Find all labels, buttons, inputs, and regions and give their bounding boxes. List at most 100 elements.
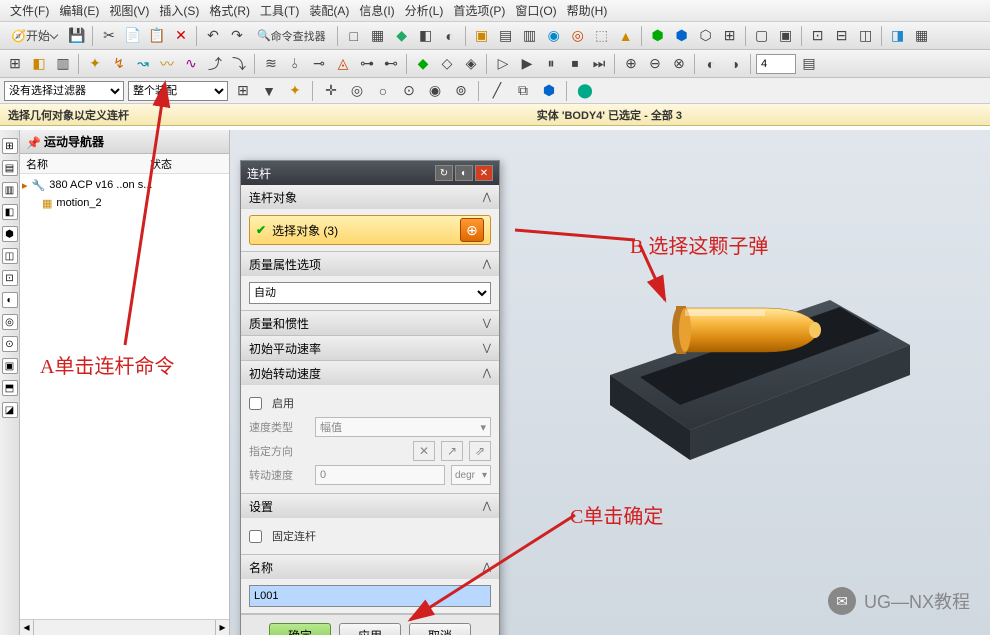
side-icon[interactable]: ⊙ <box>2 336 18 352</box>
side-icon[interactable]: ⬢ <box>2 226 18 242</box>
tb-icon[interactable]: ⊖ <box>644 53 666 75</box>
section-header-mass[interactable]: 质量属性选项⋀ <box>241 252 499 276</box>
tb-icon[interactable]: ↝ <box>132 53 154 75</box>
tb-icon[interactable]: ▣ <box>471 25 493 47</box>
tb-icon[interactable]: ⊞ <box>4 53 26 75</box>
tb-icon[interactable]: ⏭ <box>588 53 610 75</box>
tb-icon[interactable]: ◐ <box>439 25 461 47</box>
tb-icon[interactable]: ▢ <box>751 25 773 47</box>
tb-icon[interactable]: ⬢ <box>671 25 693 47</box>
tb-icon[interactable]: ⊸ <box>308 53 330 75</box>
tb-icon[interactable]: ◐ <box>700 53 722 75</box>
tree-row[interactable]: ▦ motion_2 <box>22 194 227 212</box>
delete-icon[interactable]: ✕ <box>170 25 192 47</box>
tb-icon[interactable]: ◈ <box>460 53 482 75</box>
tb-icon[interactable]: ⬢ <box>647 25 669 47</box>
menu-view[interactable]: 视图(V) <box>109 2 149 19</box>
nav-col-state[interactable]: 状态 <box>150 156 229 172</box>
tb-icon[interactable]: ⊶ <box>356 53 378 75</box>
tb-icon[interactable]: ⊚ <box>450 80 472 102</box>
menu-window[interactable]: 窗口(O) <box>515 2 556 19</box>
menu-pref[interactable]: 首选项(P) <box>453 2 505 19</box>
tb-icon[interactable]: ✛ <box>320 80 342 102</box>
side-icon[interactable]: ◫ <box>2 248 18 264</box>
menu-file[interactable]: 文件(F) <box>10 2 49 19</box>
side-icon[interactable]: ▤ <box>2 160 18 176</box>
section-header-inertia[interactable]: 质量和惯性⋁ <box>241 311 499 335</box>
tb-icon[interactable]: ▦ <box>911 25 933 47</box>
help-icon[interactable]: ◐ <box>455 165 473 181</box>
tb-icon[interactable]: ▤ <box>798 53 820 75</box>
enable-checkbox[interactable] <box>249 397 262 410</box>
tb-icon[interactable]: ⊡ <box>807 25 829 47</box>
fixed-link-checkbox-row[interactable]: 固定连杆 <box>249 524 491 548</box>
fixed-link-checkbox[interactable] <box>249 530 262 543</box>
cut-icon[interactable]: ✂ <box>98 25 120 47</box>
reset-icon[interactable]: ↻ <box>435 165 453 181</box>
tb-icon[interactable]: ∿ <box>180 53 202 75</box>
tree-row[interactable]: ▸ 🔧 380 ACP v16 ..on s... <box>22 176 227 194</box>
menu-insert[interactable]: 插入(S) <box>159 2 199 19</box>
tb-icon[interactable]: ◉ <box>543 25 565 47</box>
tb-icon[interactable]: ▦ <box>367 25 389 47</box>
tb-icon[interactable]: ◎ <box>567 25 589 47</box>
tb-icon[interactable]: ≋ <box>260 53 282 75</box>
tb-icon[interactable]: ╱ <box>486 80 508 102</box>
tb-icon[interactable]: ⊷ <box>380 53 402 75</box>
side-icon[interactable]: ▣ <box>2 358 18 374</box>
cancel-button[interactable]: 取消 <box>409 623 471 635</box>
tb-icon[interactable]: ⧉ <box>512 80 534 102</box>
tb-icon[interactable]: ⫰ <box>284 53 306 75</box>
start-button[interactable]: 🧭 开始 <box>4 25 64 47</box>
menu-assemble[interactable]: 装配(A) <box>309 2 349 19</box>
tb-icon[interactable]: ▤ <box>495 25 517 47</box>
filter-select-1[interactable]: 没有选择过滤器 <box>4 81 124 101</box>
tb-icon[interactable]: ⏸ <box>540 53 562 75</box>
tb-icon[interactable]: ◧ <box>415 25 437 47</box>
tb-icon[interactable]: ⤴ <box>204 53 226 75</box>
graphics-viewport[interactable]: 连杆 ↻ ◐ ✕ 连杆对象⋀ ✔ 选择对象 (3) ⊕ <box>230 130 990 635</box>
section-header-name[interactable]: 名称⋀ <box>241 555 499 579</box>
tb-icon[interactable]: ▼ <box>258 80 280 102</box>
tb-icon[interactable]: ◬ <box>332 53 354 75</box>
tb-icon[interactable]: ↯ <box>108 53 130 75</box>
menu-edit[interactable]: 编辑(E) <box>59 2 99 19</box>
tb-icon[interactable]: ✦ <box>284 80 306 102</box>
tb-icon[interactable]: ◧ <box>28 53 50 75</box>
tb-icon[interactable]: ▥ <box>519 25 541 47</box>
section-header-init-rot[interactable]: 初始转动速度⋀ <box>241 361 499 385</box>
select-objects-row[interactable]: ✔ 选择对象 (3) ⊕ <box>249 215 491 245</box>
tb-icon[interactable]: ▷ <box>492 53 514 75</box>
side-icon[interactable]: ◎ <box>2 314 18 330</box>
toolbar-spinner[interactable] <box>756 54 796 74</box>
tb-icon[interactable]: ⬡ <box>695 25 717 47</box>
tb-icon[interactable]: ◆ <box>391 25 413 47</box>
copy-icon[interactable]: 📄 <box>122 25 144 47</box>
tb-icon[interactable]: ⊕ <box>620 53 642 75</box>
tb-icon[interactable]: ◎ <box>346 80 368 102</box>
close-icon[interactable]: ✕ <box>475 165 493 181</box>
link-command-icon[interactable]: 〰 <box>156 53 178 75</box>
cmd-finder-button[interactable]: 🔍命令查找器 <box>250 25 333 47</box>
apply-button[interactable]: 应用 <box>339 623 401 635</box>
menu-format[interactable]: 格式(R) <box>209 2 250 19</box>
mass-option-select[interactable]: 自动 <box>249 282 491 304</box>
pin-icon[interactable]: 📌 <box>26 136 38 148</box>
tb-icon[interactable]: ⤵ <box>228 53 250 75</box>
side-icon[interactable]: ⬒ <box>2 380 18 396</box>
tb-icon[interactable]: ⬚ <box>591 25 613 47</box>
tb-icon[interactable]: ○ <box>372 80 394 102</box>
save-icon[interactable]: 💾 <box>66 25 88 47</box>
tb-icon[interactable]: ⊞ <box>719 25 741 47</box>
side-icon[interactable]: ▥ <box>2 182 18 198</box>
ok-button[interactable]: 确定 <box>269 623 331 635</box>
tb-icon[interactable]: ▥ <box>52 53 74 75</box>
section-header-init-trans[interactable]: 初始平动速率⋁ <box>241 336 499 360</box>
tb-icon[interactable]: ⊙ <box>398 80 420 102</box>
paste-icon[interactable]: 📋 <box>146 25 168 47</box>
tb-icon[interactable]: ✦ <box>84 53 106 75</box>
undo-icon[interactable]: ↶ <box>202 25 224 47</box>
tb-icon[interactable]: ⬢ <box>538 80 560 102</box>
nav-col-name[interactable]: 名称 <box>20 156 150 172</box>
filter-select-2[interactable]: 整个装配 <box>128 81 228 101</box>
